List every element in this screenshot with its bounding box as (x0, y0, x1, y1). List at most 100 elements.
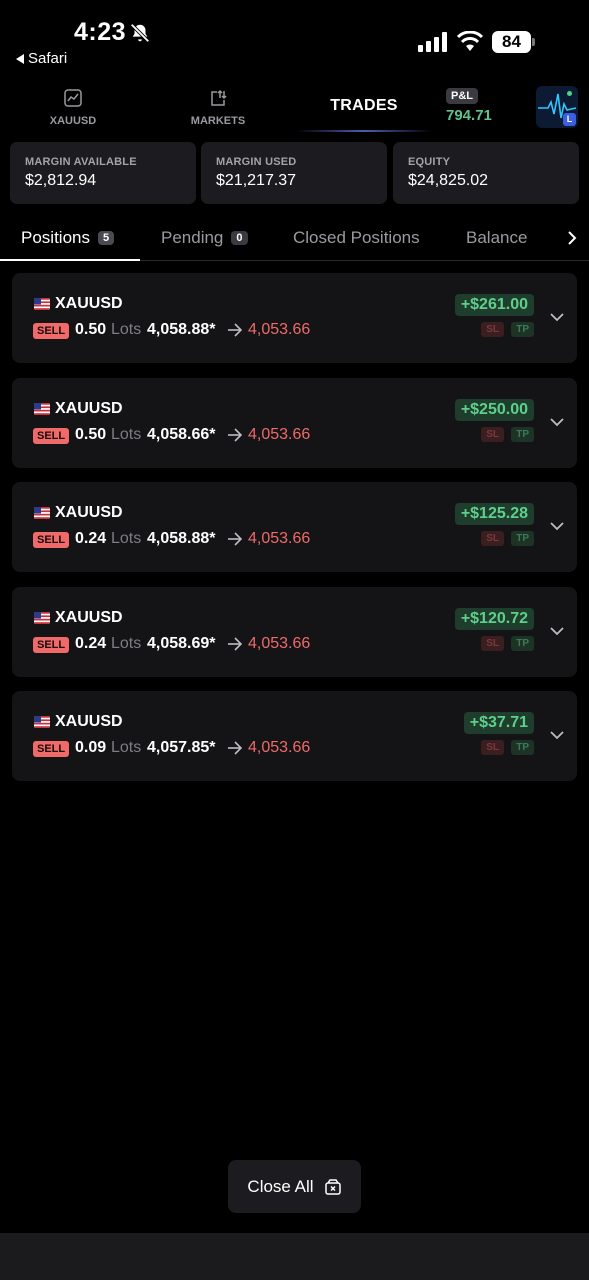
us-flag-icon (34, 716, 50, 728)
stop-loss-badge[interactable]: SL (481, 740, 504, 755)
position-symbol: XAUUSD (55, 295, 123, 312)
position-pnl: +$125.28 (454, 503, 534, 525)
equity-card: EQUITY $24,825.02 (393, 142, 579, 204)
tab-pending-label: Pending (161, 228, 224, 247)
us-flag-icon (34, 507, 50, 519)
tab-positions-label: Positions (21, 228, 90, 247)
lots-label: Lots (111, 321, 142, 338)
arrow-right-icon (228, 532, 243, 546)
margin-used-value: $21,217.37 (216, 172, 297, 189)
position-card[interactable]: XAUUSD SELL 0.09 Lots 4,057.85* 4,053.66… (12, 691, 577, 781)
close-all-label: Close All (247, 1176, 314, 1196)
take-profit-badge[interactable]: TP (511, 322, 534, 337)
position-lots: 0.09 (75, 739, 107, 756)
position-symbol: XAUUSD (55, 713, 123, 730)
back-to-safari-link[interactable]: Safari (16, 50, 67, 67)
chevron-down-icon[interactable] (549, 520, 565, 532)
chevron-down-icon[interactable] (549, 729, 565, 741)
arrow-right-icon (228, 323, 243, 337)
chevron-down-icon[interactable] (549, 625, 565, 637)
tab-pending-count: 0 (231, 231, 248, 245)
arrow-right-icon (228, 428, 243, 442)
account-summary: MARGIN AVAILABLE $2,812.94 MARGIN USED $… (10, 142, 579, 204)
lots-label: Lots (111, 530, 142, 547)
position-pnl: +$250.00 (454, 399, 534, 421)
sell-badge: SELL (33, 428, 70, 444)
equity-label: EQUITY (408, 156, 451, 168)
equity-value: $24,825.02 (408, 172, 489, 189)
take-profit-badge[interactable]: TP (511, 740, 534, 755)
tab-positions[interactable]: Positions 5 (21, 228, 115, 248)
sell-badge: SELL (33, 741, 70, 757)
active-tab-indicator (0, 259, 140, 261)
sell-badge: SELL (33, 532, 70, 548)
open-price: 4,058.69* (147, 635, 216, 652)
position-card[interactable]: XAUUSD SELL 0.24 Lots 4,058.69* 4,053.66… (12, 587, 577, 677)
back-arrow-icon (16, 53, 24, 64)
pnl-summary[interactable]: P&L 794.71 (446, 86, 492, 124)
margin-used-label: MARGIN USED (216, 156, 297, 168)
current-price: 4,053.66 (248, 321, 311, 338)
open-price: 4,057.85* (147, 739, 216, 756)
close-all-button[interactable]: Close All (228, 1160, 361, 1213)
us-flag-icon (34, 403, 50, 415)
current-price: 4,053.66 (248, 635, 311, 652)
position-card[interactable]: XAUUSD SELL 0.24 Lots 4,058.88* 4,053.66… (12, 482, 577, 572)
take-profit-badge[interactable]: TP (511, 531, 534, 546)
battery-level: 84 (492, 31, 531, 53)
nav-xauusd-label: XAUUSD (49, 115, 97, 127)
position-lots: 0.50 (75, 321, 107, 338)
position-pnl: +$37.71 (463, 712, 534, 734)
open-price: 4,058.88* (147, 530, 216, 547)
tab-closed-positions[interactable]: Closed Positions (293, 228, 420, 248)
nav-trades-label: TRADES (330, 97, 398, 114)
position-lots: 0.24 (75, 530, 107, 547)
bottom-bar (0, 1233, 589, 1280)
status-bar: 4:23 Safari 84 (0, 0, 589, 80)
margin-available-card: MARGIN AVAILABLE $2,812.94 (10, 142, 196, 204)
position-card[interactable]: XAUUSD SELL 0.50 Lots 4,058.66* 4,053.66… (12, 378, 577, 468)
back-app-label: Safari (28, 50, 68, 67)
online-dot-icon (567, 91, 572, 96)
margin-available-label: MARGIN AVAILABLE (25, 156, 137, 168)
chevron-right-icon[interactable] (564, 229, 580, 247)
stop-loss-badge[interactable]: SL (481, 636, 504, 651)
tab-balance[interactable]: Balance (466, 228, 527, 248)
position-pnl: +$120.72 (454, 608, 534, 630)
wifi-icon (457, 31, 483, 51)
account-type-badge: L (563, 113, 576, 126)
pnl-value: 794.71 (446, 107, 492, 124)
arrow-right-icon (228, 637, 243, 651)
take-profit-badge[interactable]: TP (511, 636, 534, 651)
take-profit-badge[interactable]: TP (511, 427, 534, 442)
tab-positions-count: 5 (97, 231, 115, 245)
nav-markets[interactable]: MARKETS (184, 88, 252, 127)
position-symbol: XAUUSD (55, 609, 123, 626)
sell-badge: SELL (33, 323, 70, 339)
stop-loss-badge[interactable]: SL (481, 427, 504, 442)
chevron-down-icon[interactable] (549, 416, 565, 428)
top-nav: XAUUSD MARKETS TRADES P&L 794.71 L (0, 80, 589, 132)
chevron-down-icon[interactable] (549, 311, 565, 323)
tab-pending[interactable]: Pending 0 (161, 228, 248, 248)
open-price: 4,058.88* (147, 321, 216, 338)
chart-icon (64, 89, 82, 107)
arrow-right-icon (228, 741, 243, 755)
clock: 4:23 (74, 18, 127, 46)
markets-icon (211, 89, 227, 106)
lots-label: Lots (111, 426, 142, 443)
position-pnl: +$261.00 (454, 294, 534, 316)
us-flag-icon (34, 298, 50, 310)
position-lots: 0.24 (75, 635, 107, 652)
trade-tabs: Positions 5 Pending 0 Closed Positions B… (0, 214, 589, 261)
signal-icon (418, 32, 447, 52)
stop-loss-badge[interactable]: SL (481, 531, 504, 546)
current-price: 4,053.66 (248, 530, 311, 547)
stop-loss-badge[interactable]: SL (481, 322, 504, 337)
nav-xauusd[interactable]: XAUUSD (42, 88, 104, 127)
activity-pulse-button[interactable]: L (536, 86, 578, 128)
nav-trades-active[interactable]: TRADES (296, 80, 432, 132)
open-price: 4,058.66* (147, 426, 216, 443)
tab-closed-label: Closed Positions (293, 228, 420, 247)
position-card[interactable]: XAUUSD SELL 0.50 Lots 4,058.88* 4,053.66… (12, 273, 577, 363)
